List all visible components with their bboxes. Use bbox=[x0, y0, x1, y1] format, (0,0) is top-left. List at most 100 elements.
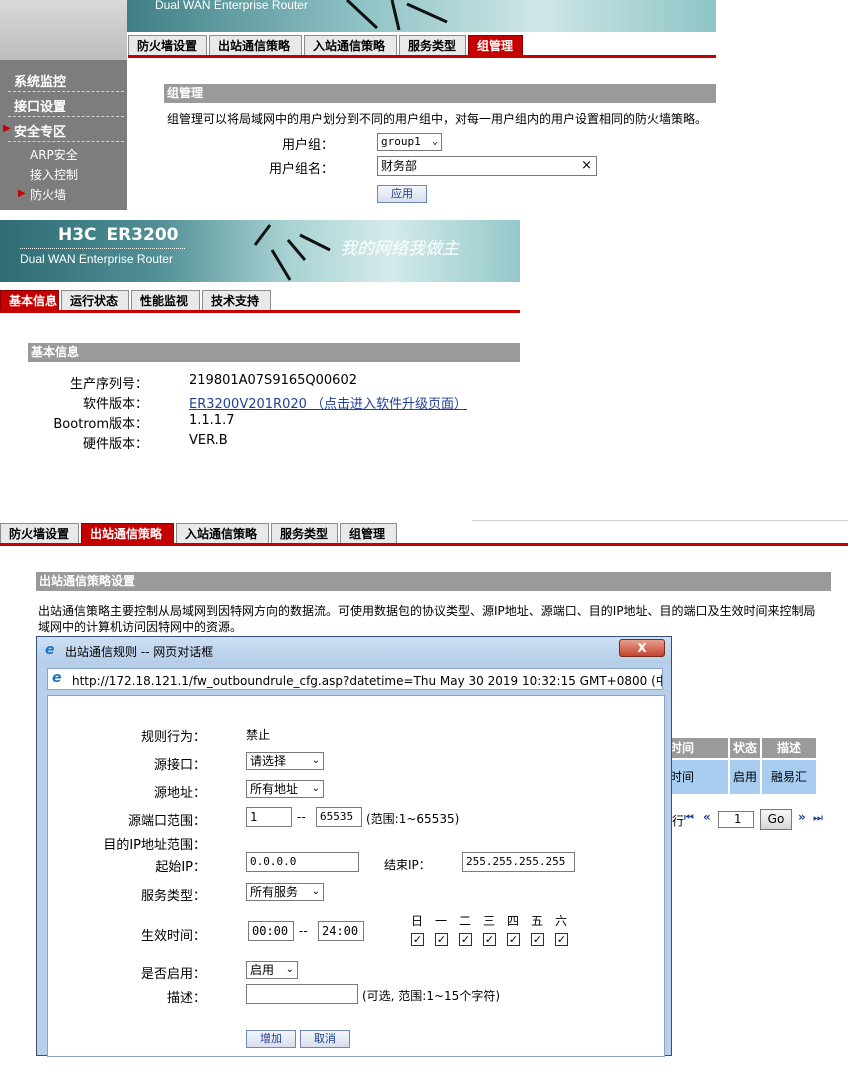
go-button[interactable]: Go bbox=[760, 809, 792, 830]
table-cell-desc: 融易汇 bbox=[762, 760, 816, 794]
time-to-input[interactable]: 24:00 bbox=[318, 921, 364, 941]
first-page-icon[interactable]: ⏮ bbox=[684, 811, 694, 825]
dst-ip-range-label: 目的IP地址范围： bbox=[103, 838, 206, 853]
description-input[interactable] bbox=[246, 984, 358, 1004]
chevron-down-icon: ⌄ bbox=[285, 964, 294, 975]
outbound-section-title: 出站通信策略设置 bbox=[36, 572, 831, 591]
hardware-version-label: 硬件版本： bbox=[82, 437, 148, 452]
weekday-mon-checkbox[interactable]: ✓ bbox=[435, 933, 448, 946]
top-panel: Dual WAN Enterprise Router 防火墙设置 出站通信策略 … bbox=[0, 0, 720, 210]
top-banner-subtitle: Dual WAN Enterprise Router bbox=[155, 0, 308, 12]
sidebar-item-system-monitor[interactable]: 系统监控 bbox=[14, 71, 66, 90]
prev-page-icon[interactable]: « bbox=[703, 810, 711, 824]
src-port-separator: -- bbox=[297, 810, 306, 824]
group-name-label: 用户组名： bbox=[268, 162, 334, 177]
tab-outbound-policy[interactable]: 出站通信策略 bbox=[81, 523, 174, 543]
sidebar-sub-arp[interactable]: ARP安全 bbox=[30, 146, 78, 163]
src-iface-label: 源接口： bbox=[153, 758, 206, 773]
sidebar-sub-access-control[interactable]: 接入控制 bbox=[30, 166, 78, 183]
tab-tech-support[interactable]: 技术支持 bbox=[202, 290, 271, 310]
weekday-sun-checkbox[interactable]: ✓ bbox=[411, 933, 424, 946]
src-iface-select[interactable]: 请选择 ⌄ bbox=[246, 752, 324, 770]
tab-inbound-policy[interactable]: 入站通信策略 bbox=[176, 523, 269, 543]
top-tab-underline bbox=[128, 55, 716, 58]
clear-icon[interactable]: × bbox=[581, 157, 592, 175]
tab-inbound-policy[interactable]: 入站通信策略 bbox=[304, 35, 397, 55]
effective-time-label: 生效时间： bbox=[140, 929, 206, 944]
group-mgmt-section-title: 组管理 bbox=[164, 84, 716, 103]
tab-group-management[interactable]: 组管理 bbox=[340, 523, 397, 543]
apply-button[interactable]: 应用 bbox=[377, 185, 427, 203]
chevron-down-icon: ⌄ bbox=[311, 755, 320, 766]
weekday-fri-checkbox[interactable]: ✓ bbox=[531, 933, 544, 946]
start-ip-input[interactable]: 0.0.0.0 bbox=[246, 852, 359, 872]
mid-panel: H3C ER3200 Dual WAN Enterprise Router 我的… bbox=[0, 220, 520, 460]
time-to-value: 24:00 bbox=[322, 924, 359, 938]
table-cell-time: 时间 bbox=[670, 760, 728, 794]
group-name-input[interactable]: 财务部 × bbox=[377, 156, 597, 176]
triangle-right-icon: ▶ bbox=[18, 188, 26, 199]
group-name-value: 财务部 bbox=[381, 159, 418, 173]
tab-outbound-policy[interactable]: 出站通信策略 bbox=[209, 35, 302, 55]
group-select[interactable]: group1 ⌄ bbox=[377, 133, 442, 151]
bottom-tab-underline bbox=[0, 543, 848, 546]
weekday-sun-label: 日 bbox=[411, 914, 424, 928]
cancel-button[interactable]: 取消 bbox=[300, 1030, 350, 1048]
weekday-tue-checkbox[interactable]: ✓ bbox=[459, 933, 472, 946]
top-banner: Dual WAN Enterprise Router bbox=[127, 0, 716, 32]
chevron-down-icon: ⌄ bbox=[431, 136, 438, 147]
model-name: ER3200 bbox=[106, 225, 179, 245]
hardware-version-value: VER.B bbox=[189, 433, 228, 448]
start-ip-label: 起始IP： bbox=[155, 860, 206, 875]
rule-action-value: 禁止 bbox=[246, 728, 271, 742]
next-page-icon[interactable]: » bbox=[798, 810, 806, 824]
sidebar-divider bbox=[8, 116, 124, 117]
table-header-desc: 描述 bbox=[762, 738, 816, 758]
tab-run-status[interactable]: 运行状态 bbox=[61, 290, 129, 310]
add-button[interactable]: 增加 bbox=[246, 1030, 296, 1048]
bottom-tab-bar: 防火墙设置 出站通信策略 入站通信策略 服务类型 组管理 bbox=[0, 523, 399, 543]
triangle-right-icon: ▶ bbox=[3, 123, 11, 134]
page-number-input[interactable]: 1 bbox=[718, 811, 754, 828]
close-icon: X bbox=[637, 641, 647, 655]
weekday-wed-checkbox[interactable]: ✓ bbox=[483, 933, 496, 946]
sidebar-item-interface[interactable]: 接口设置 bbox=[14, 96, 66, 115]
src-port-from-input[interactable]: 1 bbox=[246, 807, 292, 827]
banner-cable-graphic bbox=[253, 224, 331, 281]
sidebar-item-security[interactable]: 安全专区 bbox=[14, 121, 66, 140]
src-addr-label: 源地址： bbox=[153, 786, 206, 801]
time-from-input[interactable]: 00:00 bbox=[248, 921, 294, 941]
service-type-label: 服务类型： bbox=[140, 889, 206, 904]
enable-select[interactable]: 启用 ⌄ bbox=[246, 961, 298, 979]
tab-performance[interactable]: 性能监视 bbox=[131, 290, 200, 310]
brand-logo: H3C ER3200 bbox=[58, 225, 179, 245]
last-page-icon[interactable]: ⏭ bbox=[813, 811, 823, 825]
weekday-tue-label: 二 bbox=[459, 914, 472, 928]
tab-group-management[interactable]: 组管理 bbox=[468, 35, 523, 55]
top-tab-bar: 防火墙设置 出站通信策略 入站通信策略 服务类型 组管理 bbox=[128, 35, 525, 55]
end-ip-input[interactable]: 255.255.255.255 bbox=[462, 852, 575, 872]
group-label: 用户组： bbox=[281, 138, 334, 153]
tab-firewall-settings[interactable]: 防火墙设置 bbox=[0, 523, 79, 543]
src-addr-select[interactable]: 所有地址 ⌄ bbox=[246, 780, 324, 798]
weekday-sat-checkbox[interactable]: ✓ bbox=[555, 933, 568, 946]
start-ip-value: 0.0.0.0 bbox=[250, 855, 297, 868]
tab-firewall-settings[interactable]: 防火墙设置 bbox=[128, 35, 207, 55]
enable-value: 启用 bbox=[250, 963, 275, 977]
tab-service-type[interactable]: 服务类型 bbox=[271, 523, 338, 543]
bootrom-version-label: Bootrom版本： bbox=[53, 417, 148, 432]
src-port-to-input[interactable]: 65535 bbox=[316, 807, 362, 827]
chevron-down-icon: ⌄ bbox=[311, 886, 320, 897]
close-button[interactable]: X bbox=[619, 639, 665, 657]
bottom-top-rule bbox=[472, 520, 848, 521]
sidebar-sub-firewall[interactable]: 防火墙 bbox=[30, 186, 66, 203]
service-type-select[interactable]: 所有服务 ⌄ bbox=[246, 883, 324, 901]
table-header-status: 状态 bbox=[730, 738, 760, 758]
mid-banner: H3C ER3200 Dual WAN Enterprise Router 我的… bbox=[0, 220, 520, 282]
pager-prefix: 行 bbox=[672, 814, 685, 828]
table-cell-status: 启用 bbox=[730, 760, 760, 794]
tab-service-type[interactable]: 服务类型 bbox=[399, 35, 466, 55]
weekday-thu-checkbox[interactable]: ✓ bbox=[507, 933, 520, 946]
tab-basic-info[interactable]: 基本信息 bbox=[0, 290, 59, 310]
software-upgrade-link[interactable]: ER3200V201R020 （点击进入软件升级页面） bbox=[189, 393, 467, 412]
